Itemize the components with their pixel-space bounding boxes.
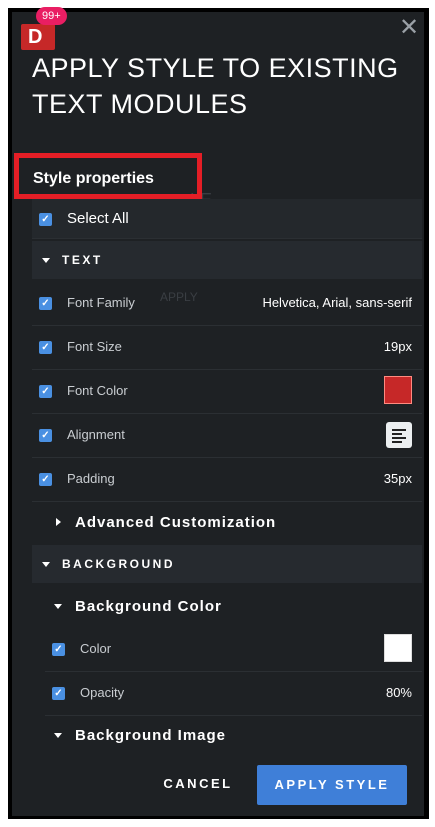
apply-style-button[interactable]: APPLY STYLE — [257, 765, 407, 805]
caret-down-icon — [54, 604, 62, 609]
checkbox[interactable]: ✓ — [39, 297, 52, 310]
checkbox[interactable]: ✓ — [39, 473, 52, 486]
highlight-annotation — [14, 153, 202, 199]
row-bg-color[interactable]: ✓ Color — [45, 628, 422, 672]
row-padding[interactable]: ✓ Padding 35px — [32, 458, 422, 502]
row-label: Padding — [67, 471, 115, 486]
caret-down-icon — [54, 733, 62, 738]
row-font-color[interactable]: ✓ Font Color — [32, 370, 422, 414]
group-text[interactable]: TEXT — [32, 241, 422, 279]
caret-right-icon — [56, 518, 61, 526]
group-text-label: TEXT — [62, 253, 103, 267]
caret-down-icon — [42, 562, 50, 567]
select-all-row[interactable]: ✓ Select All — [32, 199, 422, 239]
row-font-family[interactable]: ✓ Font Family Helvetica, Arial, sans-ser… — [32, 282, 422, 326]
group-background[interactable]: BACKGROUND — [32, 545, 422, 583]
row-label: Color — [80, 641, 112, 656]
select-all-checkbox[interactable]: ✓ — [39, 213, 52, 226]
subsection-label: Background Color — [75, 598, 222, 615]
app-logo: D — [21, 24, 55, 50]
row-label: Font Color — [67, 383, 128, 398]
checkbox[interactable]: ✓ — [52, 687, 65, 700]
notification-badge: 99+ — [36, 7, 67, 25]
checkbox[interactable]: ✓ — [39, 341, 52, 354]
group-background-label: BACKGROUND — [62, 557, 175, 571]
row-label: Font Size — [67, 339, 122, 354]
close-icon[interactable]: ✕ — [399, 16, 419, 40]
bg-color-swatch — [384, 634, 412, 662]
subsection-advanced-customization[interactable]: Advanced Customization — [32, 503, 422, 541]
row-value: 35px — [383, 471, 412, 486]
row-opacity[interactable]: ✓ Opacity 80% — [45, 672, 422, 716]
subsection-background-color[interactable]: Background Color — [32, 587, 422, 625]
checkbox[interactable]: ✓ — [39, 385, 52, 398]
row-value: Helvetica, Arial, sans-serif — [262, 295, 412, 310]
align-left-icon — [386, 422, 412, 448]
font-color-swatch — [384, 376, 412, 404]
row-label: Opacity — [80, 685, 125, 700]
subsection-background-image[interactable]: Background Image — [32, 716, 422, 754]
dialog-title: APPLY STYLE TO EXISTING TEXT MODULES — [32, 53, 399, 119]
checkbox[interactable]: ✓ — [52, 643, 65, 656]
row-value: 80% — [385, 685, 412, 700]
select-all-label: Select All — [67, 210, 129, 227]
subsection-label: Background Image — [75, 727, 227, 744]
checkbox[interactable]: ✓ — [39, 429, 52, 442]
row-font-size[interactable]: ✓ Font Size 19px — [32, 326, 422, 370]
subsection-label: Advanced Customization — [75, 514, 277, 531]
row-label: Alignment — [67, 427, 125, 442]
row-label: Font Family — [67, 295, 135, 310]
cancel-button[interactable]: CANCEL — [155, 766, 241, 802]
row-alignment[interactable]: ✓ Alignment — [32, 414, 422, 458]
caret-down-icon — [42, 258, 50, 263]
row-value: 19px — [383, 339, 412, 354]
